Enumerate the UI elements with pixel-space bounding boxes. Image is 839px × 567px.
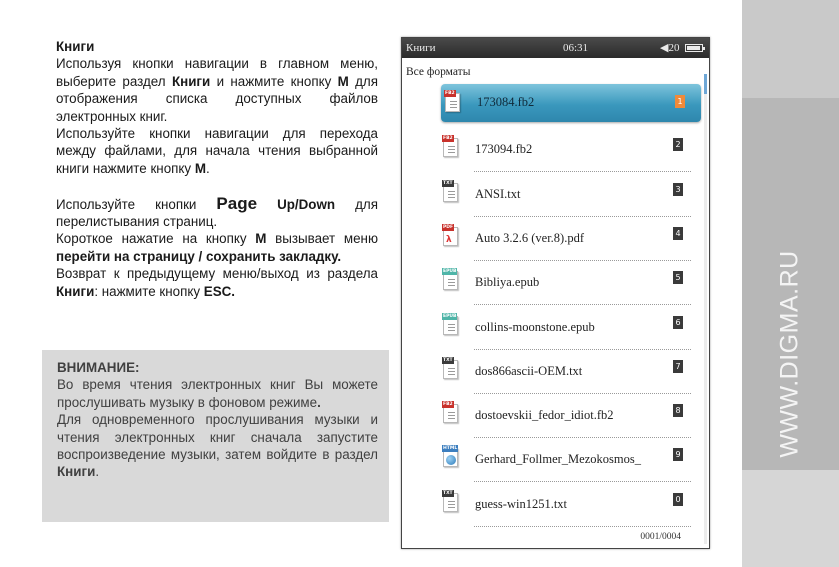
file-number-badge: 5 (673, 271, 683, 285)
file-list-item[interactable]: FB2 173094.fb2 2 (439, 128, 699, 173)
txt-file-icon: TXT (442, 489, 460, 513)
paragraph-short-press: Короткое нажатие на кнопку M вызывает ме… (56, 231, 378, 264)
website-watermark: WWW.DIGMA.RU (775, 250, 804, 458)
file-list-item[interactable]: EPUB collins-moonstone.epub 6 (439, 306, 699, 350)
file-list-item[interactable]: FB2 dostoevskii_fedor_idiot.fb2 8 (439, 394, 699, 439)
manual-section: Книги Используя кнопки навигации в главн… (56, 38, 378, 300)
file-list-item[interactable]: EPUB Bibliya.epub 5 (439, 261, 699, 306)
file-list-item[interactable]: TXT dos866ascii-OEM.txt 7 (439, 350, 699, 394)
file-number-badge: 6 (673, 315, 683, 329)
row-separator (474, 525, 691, 527)
file-number-badge: 4 (673, 226, 683, 240)
html-file-icon: HTML (442, 445, 460, 468)
volume-icon: ◀20 (660, 42, 680, 54)
fb2-file-icon: FB2 (442, 401, 460, 424)
notice-box: ВНИМАНИЕ: Во время чтения электронных кн… (42, 350, 389, 522)
file-name: collins-moonstone.epub (475, 319, 595, 334)
file-list-item[interactable]: FB2 173084.fb2 1 (441, 84, 701, 122)
file-list-item[interactable]: TXT guess-win1251.txt 0 (439, 483, 699, 527)
file-list-item[interactable]: HTML Gerhard_Follmer_Mezokosmos_ 9 (439, 438, 699, 483)
epub-file-icon: EPUB (442, 312, 460, 336)
file-name: Gerhard_Follmer_Mezokosmos_ (475, 452, 641, 467)
paragraph-open-books: Используя кнопки навигации в главном мен… (56, 56, 378, 124)
file-name: guess-win1251.txt (475, 496, 568, 511)
pdf-file-icon: λ PDF (442, 223, 460, 247)
txt-file-icon: TXT (442, 179, 460, 203)
file-number-badge: 0 (673, 492, 683, 506)
epub-file-icon: EPUB (442, 268, 460, 291)
scrollbar-thumb[interactable] (704, 74, 707, 94)
file-number-badge: 3 (673, 182, 683, 196)
file-name: Bibliya.epub (475, 275, 540, 290)
file-name: ANSI.txt (475, 186, 521, 201)
file-name: Auto 3.2.6 (ver.8).pdf (475, 230, 585, 245)
paragraph-page-keys: Используйте кнопки Page Up/Down для пере… (56, 193, 378, 230)
device-screen: Книги 06:31 ◀20 Все форматы FB2 173084.fb… (401, 37, 710, 549)
file-number-badge: 2 (673, 138, 683, 152)
file-name: dostoevskii_fedor_idiot.fb2 (475, 408, 614, 423)
file-list-item[interactable]: TXT ANSI.txt 3 (439, 173, 699, 217)
paragraph-esc: Возврат к предыдущему меню/выход из разд… (56, 266, 378, 299)
status-bar: Книги 06:31 ◀20 (402, 38, 709, 58)
page-counter: 0001/0004 (640, 532, 681, 542)
file-number-badge: 8 (673, 404, 683, 418)
format-filter[interactable]: Все форматы (406, 66, 470, 78)
file-name: 173094.fb2 (475, 142, 533, 157)
file-list-item[interactable]: λ PDF Auto 3.2.6 (ver.8).pdf 4 (439, 217, 699, 261)
scrollbar-track[interactable] (704, 74, 707, 544)
paragraph-navigate-files: Используйте кнопки навигации для переход… (56, 126, 378, 176)
status-app-title: Книги (406, 42, 436, 54)
file-number-badge: 7 (673, 359, 683, 373)
battery-icon (685, 44, 705, 52)
file-number-badge: 1 (675, 95, 685, 108)
file-name: 173084.fb2 (477, 95, 535, 109)
file-number-badge: 9 (673, 448, 683, 462)
fb2-file-icon: FB2 (442, 135, 460, 158)
notice-title: ВНИМАНИЕ: (57, 360, 140, 375)
notice-paragraph-start-music: Для одновременного прослушивания музыки … (57, 412, 378, 480)
file-name: dos866ascii-OEM.txt (475, 363, 583, 378)
section-heading: Книги (56, 39, 95, 54)
fb2-file-icon: FB2 (444, 90, 462, 113)
txt-file-icon: TXT (442, 356, 460, 380)
status-clock: 06:31 (563, 42, 589, 54)
notice-paragraph-background-music: Во время чтения электронных книг Вы може… (57, 377, 378, 410)
